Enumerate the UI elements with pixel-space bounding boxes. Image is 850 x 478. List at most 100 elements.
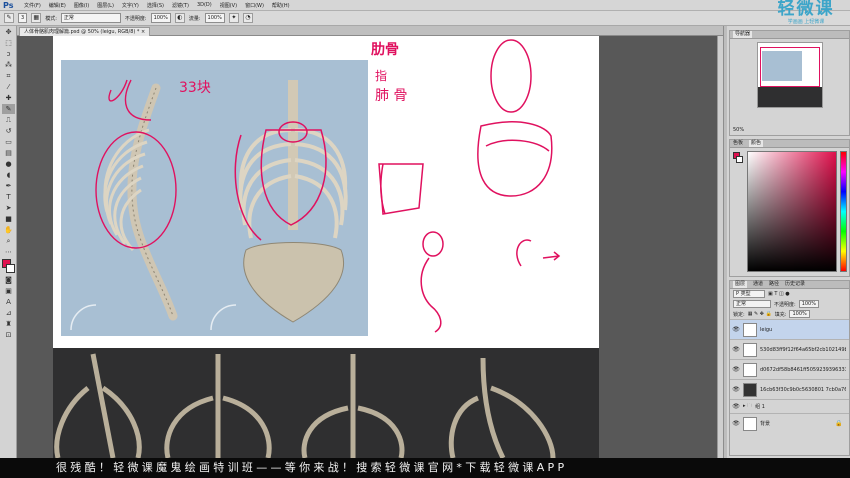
brush-size-picker[interactable]: 3 — [18, 13, 28, 23]
tab-channels[interactable]: 通道 — [753, 281, 763, 288]
eyedropper-tool-icon[interactable]: ⁄ — [2, 82, 15, 92]
eye-icon[interactable]: 👁 — [732, 326, 740, 333]
pen-tool-icon[interactable]: ✒ — [2, 181, 15, 191]
close-tab-icon[interactable]: × — [141, 29, 145, 35]
eye-icon[interactable]: 👁 — [732, 420, 740, 427]
tab-layers[interactable]: 图层 — [733, 281, 748, 288]
eye-icon[interactable]: 👁 — [732, 386, 740, 393]
fill-label: 填充: — [774, 311, 787, 318]
history-brush-tool-icon[interactable]: ↺ — [2, 126, 15, 136]
menu-window[interactable]: 窗口(W) — [241, 2, 268, 9]
healing-tool-icon[interactable]: ✚ — [2, 93, 15, 103]
color-panel-background[interactable] — [736, 156, 743, 163]
tab-color[interactable]: 颜色 — [749, 140, 764, 147]
tab-history[interactable]: 历史记录 — [785, 281, 805, 288]
blend-mode-select[interactable]: 正常 — [733, 300, 771, 308]
tool-c-icon[interactable]: ♜ — [2, 319, 15, 329]
layer-group-row[interactable]: 👁 ▸ 🗀 组 1 — [730, 399, 849, 413]
quick-select-tool-icon[interactable]: ⁂ — [2, 60, 15, 70]
background-color-swatch[interactable] — [6, 264, 15, 273]
tool-a-icon[interactable]: A — [2, 297, 15, 307]
mode-label: 模式: — [45, 15, 57, 22]
clone-stamp-tool-icon[interactable]: ⎍ — [2, 115, 15, 125]
pressure-size-icon[interactable]: ◔ — [242, 13, 253, 23]
gradient-tool-icon[interactable]: ▤ — [2, 148, 15, 158]
eraser-tool-icon[interactable]: ▭ — [2, 137, 15, 147]
screen-mode-icon[interactable]: ▣ — [2, 286, 15, 296]
mode-select[interactable]: 正常 — [60, 13, 121, 23]
brush-tool-icon[interactable]: ✎ — [4, 13, 14, 23]
lock-row: 锁定: ▦ ✎ ✥ 🔒 填充: 100% — [730, 309, 849, 319]
menu-file[interactable]: 文件(F) — [20, 2, 45, 9]
tool-b-icon[interactable]: ⊿ — [2, 308, 15, 318]
layer-row[interactable]: 👁 leigu — [730, 319, 849, 339]
tool-d-icon[interactable]: ⊡ — [2, 330, 15, 340]
shape-tool-icon[interactable]: ■ — [2, 214, 15, 224]
hand-tool-icon[interactable]: ✋ — [2, 225, 15, 235]
fill-input[interactable]: 100% — [789, 310, 810, 318]
layer-opacity-input[interactable]: 100% — [798, 300, 819, 308]
move-tool-icon[interactable]: ✥ — [2, 27, 15, 37]
menu-image[interactable]: 图像(I) — [70, 2, 93, 9]
thumb-ref-bottom — [758, 87, 822, 107]
menu-layer[interactable]: 图层(L) — [93, 2, 118, 9]
navigator-view-box[interactable] — [760, 47, 820, 87]
sketch-rib-note-2: 肺 骨 — [375, 88, 407, 104]
flow-input[interactable]: 100% — [204, 13, 225, 23]
layer-thumbnail — [743, 382, 757, 397]
path-select-tool-icon[interactable]: ➤ — [2, 203, 15, 213]
sketch-area: 肋骨 指 肺 骨 — [371, 39, 561, 333]
layer-row[interactable]: 👁 d0672df58b8461ff5059239396333... — [730, 359, 849, 379]
eye-icon[interactable]: 👁 — [732, 366, 740, 373]
lock-icon: 🔒 — [835, 420, 843, 427]
hue-slider[interactable] — [840, 151, 847, 272]
menu-help[interactable]: 帮助(H) — [268, 2, 294, 9]
layer-thumbnail — [743, 342, 757, 357]
eye-icon[interactable]: 👁 — [732, 403, 740, 410]
menu-select[interactable]: 选择(S) — [143, 2, 168, 9]
layer-row[interactable]: 👁 16cb63f30c9b0c5630801 7cb0a76f... — [730, 379, 849, 399]
dodge-tool-icon[interactable]: ◖ — [2, 170, 15, 180]
blend-row: 正常 不透明度: 100% — [730, 299, 849, 309]
document-tab[interactable]: 人体骨骼肌肉理解篇.psd @ 50% (leigu, RGB/8) * × — [19, 27, 151, 36]
menu-type[interactable]: 文字(Y) — [118, 2, 143, 9]
navigator-thumbnail[interactable] — [757, 42, 823, 108]
menu-3d[interactable]: 3D(D) — [193, 2, 216, 8]
marquee-tool-icon[interactable]: ⬚ — [2, 38, 15, 48]
brush-tool-icon-active[interactable]: ✎ — [2, 104, 15, 114]
tools-panel: ✥ ⬚ ↄ ⁂ ⌗ ⁄ ✚ ✎ ⎍ ↺ ▭ ▤ ● ◖ ✒ T ➤ ■ ✋ ⌕ … — [0, 26, 17, 458]
extra-tools-icon[interactable]: ⋯ — [2, 247, 15, 257]
crop-tool-icon[interactable]: ⌗ — [2, 71, 15, 81]
promo-banner: 很残酷！轻微课魔鬼绘画特训班——等你来战！搜索轻微课官网*下载轻微课APP — [0, 458, 850, 478]
opacity-input[interactable]: 100% — [150, 13, 171, 23]
document-tab-bar: 人体骨骼肌肉理解篇.psd @ 50% (leigu, RGB/8) * × — [17, 26, 723, 36]
flow-label: 流量: — [188, 15, 201, 22]
pressure-opacity-icon[interactable]: ◐ — [174, 13, 185, 23]
blur-tool-icon[interactable]: ● — [2, 159, 15, 169]
tab-swatches[interactable]: 色板 — [733, 140, 743, 147]
lasso-tool-icon[interactable]: ↄ — [2, 49, 15, 59]
lock-icons[interactable]: ▦ ✎ ✥ 🔒 — [748, 311, 772, 317]
type-tool-icon[interactable]: T — [2, 192, 15, 202]
canvas[interactable]: 33块 肋骨 指 肺 骨 — [53, 36, 599, 458]
filter-icons[interactable]: ▣ T ◫ ● — [768, 291, 790, 297]
color-panel: 色板 颜色 — [729, 139, 850, 277]
zoom-tool-icon[interactable]: ⌕ — [2, 236, 15, 246]
layer-filter-select[interactable]: P 类型 — [733, 290, 765, 298]
layer-row[interactable]: 👁 530d83ff9f12f64a65bf2cb102149b... — [730, 339, 849, 359]
menu-view[interactable]: 视图(V) — [216, 2, 241, 9]
navigator-zoom-value[interactable]: 50% — [733, 127, 744, 133]
airbrush-icon[interactable]: ✦ — [228, 13, 239, 23]
menu-filter[interactable]: 滤镜(T) — [168, 2, 193, 9]
color-picker-field[interactable] — [747, 151, 837, 272]
layer-thumbnail — [743, 416, 757, 431]
menu-edit[interactable]: 编辑(E) — [45, 2, 70, 9]
layer-row-background[interactable]: 👁 背景 🔒 — [730, 413, 849, 433]
tab-navigator[interactable]: 导航器 — [733, 31, 753, 38]
layer-name: 16cb63f30c9b0c5630801 7cb0a76f... — [760, 386, 846, 393]
quick-mask-icon[interactable]: ◙ — [2, 275, 15, 285]
tab-paths[interactable]: 路径 — [769, 281, 779, 288]
watermark-title: 轻微课 — [777, 0, 835, 19]
eye-icon[interactable]: 👁 — [732, 346, 740, 353]
brush-panel-icon[interactable]: ▦ — [31, 13, 42, 23]
